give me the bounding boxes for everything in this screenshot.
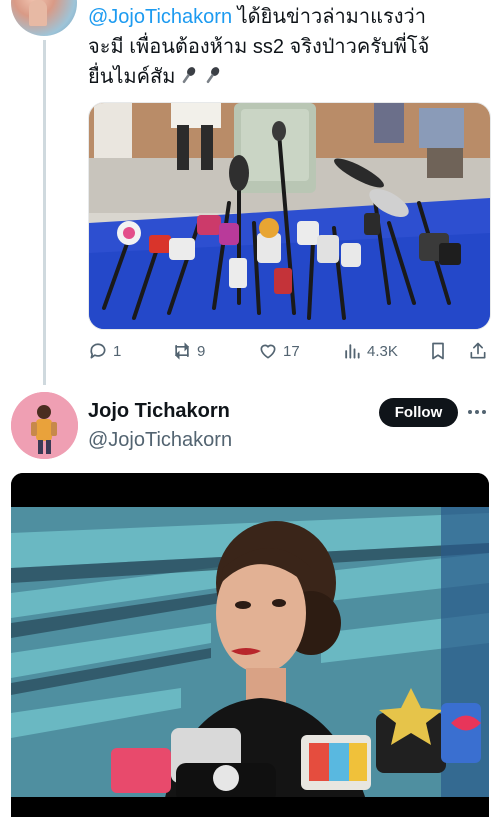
author-avatar-image	[11, 392, 78, 459]
share-icon	[470, 342, 486, 359]
reply-text-line2: จะมี เพื่อนต้องห้าม ss2 จริงป่าวครับพี่โ…	[88, 36, 430, 58]
bookmark-button[interactable]	[428, 338, 453, 364]
author-avatar[interactable]	[11, 392, 78, 459]
reply-tweet-photo[interactable]	[88, 102, 491, 330]
microphone-emoji-icon	[183, 67, 196, 84]
microphones-photo	[89, 103, 490, 329]
repost-icon	[174, 342, 190, 360]
reply-author-avatar[interactable]	[11, 0, 77, 36]
author-tweet-video[interactable]	[11, 473, 489, 817]
tweet-action-bar: 1 9 17 4.3K	[88, 338, 490, 364]
reply-icon	[90, 343, 106, 359]
thread-connector-line	[43, 40, 46, 385]
like-button[interactable]: 17	[258, 338, 300, 364]
microphone-emoji-icon	[207, 67, 220, 84]
avatar-figure	[29, 0, 47, 26]
like-icon	[260, 344, 276, 359]
repost-button[interactable]: 9	[172, 338, 205, 364]
follow-button[interactable]: Follow	[379, 398, 458, 427]
author-handle[interactable]: @JojoTichakorn	[88, 429, 232, 452]
like-count: 17	[283, 342, 300, 360]
views-count: 4.3K	[367, 342, 398, 360]
reply-text-line1: ได้ยินข่าวล่ามาแรงว่า	[232, 6, 426, 28]
reply-tweet-text: @JojoTichakorn ได้ยินข่าวล่ามาแรงว่าจะมี…	[88, 2, 488, 92]
timeline: @JojoTichakorn ได้ยินข่าวล่ามาแรงว่าจะมี…	[0, 0, 500, 817]
more-icon[interactable]	[466, 404, 488, 420]
mention-link[interactable]: @JojoTichakorn	[88, 6, 232, 28]
views-icon	[345, 344, 360, 359]
views-button[interactable]: 4.3K	[342, 338, 398, 364]
reply-count: 1	[113, 342, 122, 360]
reply-button[interactable]: 1	[88, 338, 121, 364]
bookmark-icon	[432, 342, 444, 360]
author-name[interactable]: Jojo Tichakorn	[88, 400, 230, 423]
repost-count: 9	[197, 342, 206, 360]
share-button[interactable]	[468, 338, 493, 364]
interview-video-frame	[11, 473, 489, 817]
reply-text-line3: ยื่นไมค์สัม	[88, 66, 176, 88]
